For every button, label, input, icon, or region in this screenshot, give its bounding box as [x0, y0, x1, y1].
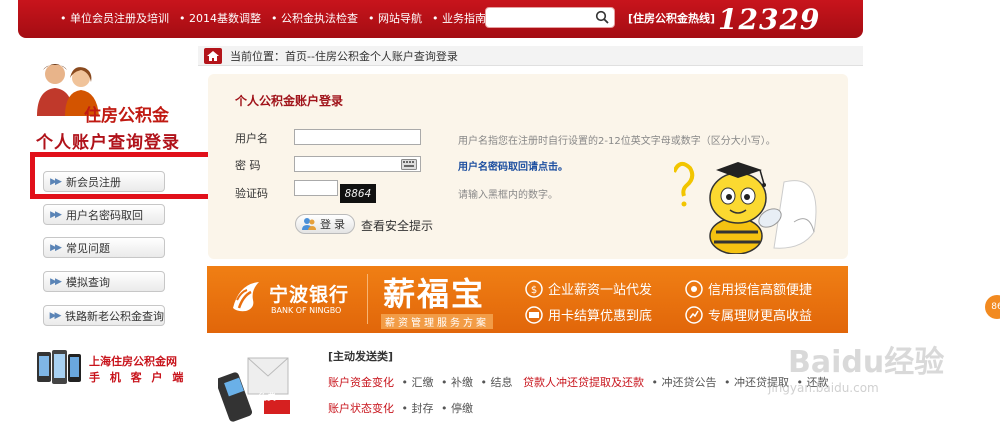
baidu-watermark: Baidu经验 jingyan.baidu.com: [768, 337, 948, 407]
bank-logo-icon: [233, 282, 259, 312]
product-subtitle: 薪资管理服务方案: [381, 314, 493, 329]
category-account-funds[interactable]: 账户资金变化: [328, 376, 394, 389]
captcha-label: 验证码: [235, 187, 268, 200]
top-nav-site-nav[interactable]: 网站导航: [368, 10, 422, 26]
card-icon: [525, 305, 543, 324]
feature-payroll: $ 企业薪资一站代发: [525, 279, 652, 298]
logo-title-line2: 个人账户查询登录: [36, 133, 180, 153]
category-account-status[interactable]: 账户状态变化: [328, 402, 394, 415]
sidebar-item-label: 铁路新老公积金查询: [65, 309, 164, 323]
category-loan[interactable]: 贷款人冲还贷提取及还款: [523, 376, 644, 389]
notify-row-account-status: 账户状态变化 封存 停缴: [328, 400, 473, 416]
sidebar-item-label: 用户名密码取回: [66, 208, 143, 222]
double-arrow-icon: ▶▶: [50, 209, 62, 220]
mobile-client-line1[interactable]: 上海住房公积金网: [89, 353, 177, 369]
password-recovery-link[interactable]: 用户名密码取回请点击。: [458, 158, 568, 173]
feature-label: 专属理财更高收益: [708, 309, 813, 324]
top-nav-base-adjust[interactable]: 2014基数调整: [179, 10, 261, 26]
captcha-image[interactable]: 8864: [340, 184, 376, 203]
sidebar-item-password-recovery[interactable]: ▶▶ 用户名密码取回: [43, 204, 165, 225]
bank-banner[interactable]: 宁波银行 BANK OF NINGBO 薪福宝 薪资管理服务方案 $ 企业薪资一…: [207, 266, 848, 333]
security-tips-link[interactable]: 查看安全提示: [361, 217, 433, 234]
sidebar-item-label: 常见问题: [66, 241, 110, 255]
side-float-badge[interactable]: 86: [985, 295, 1000, 319]
mobile-client-line2[interactable]: 手 机 客 户 端: [89, 369, 186, 385]
notify-item: 汇缴: [402, 376, 434, 389]
double-arrow-icon: ▶▶: [50, 276, 62, 287]
banner-divider: [367, 274, 368, 324]
top-nav: 单位会员注册及培训 2014基数调整 公积金执法检查 网站导航 业务指南: [60, 10, 486, 26]
login-button-label: 登录: [320, 218, 348, 231]
username-hint: 用户名指您在注册时自行设置的2-12位英文字母或数字（区分大小写）。: [458, 136, 776, 147]
top-nav-business-guide[interactable]: 业务指南: [432, 10, 486, 26]
feature-credit: 信用授信高额便捷: [685, 279, 812, 298]
password-label: 密 码: [235, 159, 261, 172]
breadcrumb-text: 当前位置：首页--住房公积金个人账户查询登录: [230, 49, 458, 63]
feature-wealth: 专属理财更高收益: [685, 305, 812, 324]
notify-item: 封存: [402, 402, 434, 415]
breadcrumb: 当前位置：首页--住房公积金个人账户查询登录: [198, 46, 863, 66]
login-title: 个人公积金账户登录: [235, 94, 344, 108]
bank-english-name: BANK OF NINGBO: [271, 306, 342, 315]
keyboard-icon[interactable]: [401, 159, 417, 170]
mobile-phone-icon: [218, 357, 290, 422]
sidebar-item-simulated-query[interactable]: ▶▶ 模拟查询: [43, 271, 165, 292]
notify-row-account-funds: 账户资金变化 汇缴 补缴 结息: [328, 374, 513, 390]
top-nav-member-training[interactable]: 单位会员注册及培训: [60, 10, 169, 26]
captcha-field[interactable]: [294, 180, 338, 196]
feature-label: 信用授信高额便捷: [708, 283, 813, 298]
notify-title: [主动发送类]: [328, 350, 394, 363]
highlight-frame: [30, 152, 220, 199]
search-input[interactable]: [485, 7, 615, 28]
hotline-number: 12329: [718, 3, 821, 36]
sidebar-item-faq[interactable]: ▶▶ 常见问题: [43, 237, 165, 258]
feature-card-discount: 用卡结算优惠到底: [525, 305, 652, 324]
search-icon[interactable]: [595, 10, 609, 24]
sidebar-item-label: 模拟查询: [66, 275, 110, 289]
sms-notify-section: 免费 [主动发送类] 账户资金变化 汇缴 补缴 结息 贷款人冲还贷提取及还款 冲…: [208, 342, 848, 429]
bee-mascot-icon: [674, 161, 817, 254]
top-nav-law-enforcement[interactable]: 公积金执法检查: [271, 10, 358, 26]
notify-item: 冲还贷公告: [652, 376, 717, 389]
home-icon[interactable]: [204, 47, 222, 64]
double-arrow-icon: ▶▶: [50, 242, 62, 253]
sidebar-item-railway-query[interactable]: ▶▶ 铁路新老公积金查询: [43, 305, 165, 326]
logo-title-line1: 住房公积金: [84, 106, 169, 126]
watermark-brand: Baidu经验: [788, 345, 945, 380]
feature-label: 企业薪资一站代发: [548, 283, 653, 298]
wealth-icon: [685, 305, 703, 324]
hotline-label: [住房公积金热线]: [628, 12, 716, 25]
watermark-url: jingyan.baidu.com: [768, 381, 879, 395]
mobile-devices-icon: [37, 350, 81, 384]
username-label: 用户名: [235, 132, 268, 145]
username-field[interactable]: [294, 129, 421, 145]
free-label: 免费: [258, 393, 277, 403]
feature-label: 用卡结算优惠到底: [548, 309, 653, 324]
credit-icon: [685, 279, 703, 298]
login-button[interactable]: 登录: [295, 214, 355, 234]
notify-item: 结息: [481, 376, 513, 389]
notify-item: 停缴: [441, 402, 473, 415]
notify-item: 补缴: [441, 376, 473, 389]
user-icon: [302, 218, 316, 230]
svg-text:$: $: [531, 285, 537, 296]
bank-name: 宁波银行: [269, 284, 350, 306]
captcha-hint: 请输入黑框内的数字。: [458, 190, 558, 201]
top-header: 单位会员注册及培训 2014基数调整 公积金执法检查 网站导航 业务指南 [住房…: [0, 0, 1000, 38]
product-name: 薪福宝: [383, 275, 486, 313]
double-arrow-icon: ▶▶: [49, 310, 62, 321]
login-panel: 个人公积金账户登录 用户名 用户名指您在注册时自行设置的2-12位英文字母或数字…: [208, 74, 848, 259]
password-field[interactable]: [294, 156, 421, 172]
payroll-icon: $: [525, 279, 543, 298]
